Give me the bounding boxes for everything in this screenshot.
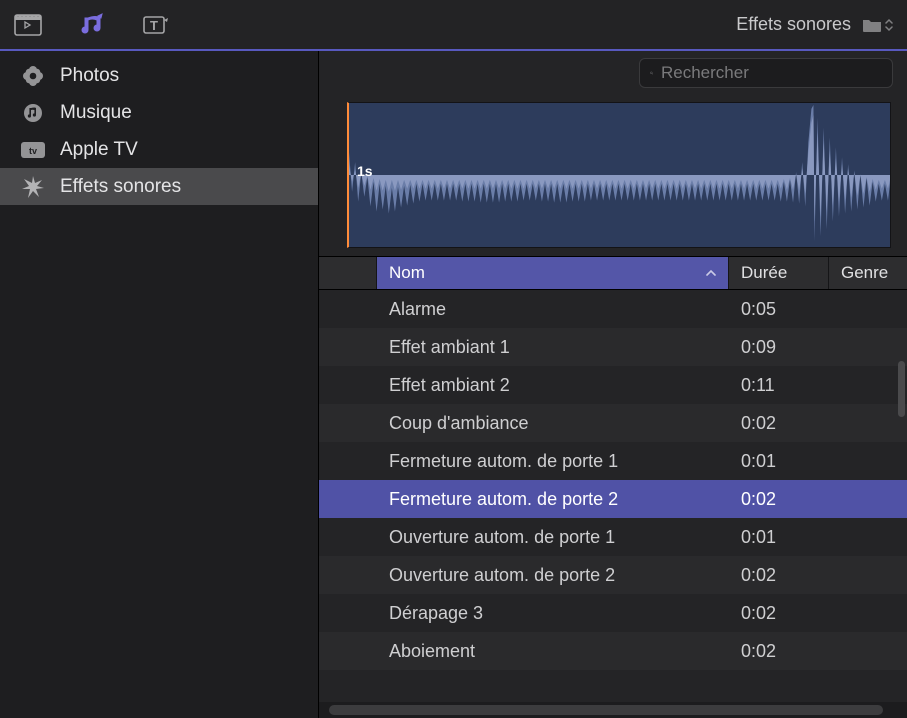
row-duration: 0:02 — [729, 641, 829, 662]
sidebar-item-music[interactable]: Musique — [0, 94, 318, 131]
column-name-label: Nom — [389, 263, 425, 283]
body: Photos Musique tv Apple TV Effets sonore… — [0, 51, 907, 718]
search-input[interactable] — [661, 63, 882, 83]
row-name: Ouverture autom. de porte 2 — [377, 565, 729, 586]
row-name: Fermeture autom. de porte 1 — [377, 451, 729, 472]
row-name: Alarme — [377, 299, 729, 320]
table-row[interactable]: Effet ambiant 10:09 — [319, 328, 907, 366]
table-row[interactable]: Ouverture autom. de porte 10:01 — [319, 518, 907, 556]
row-duration: 0:09 — [729, 337, 829, 358]
sidebar-item-label: Photos — [60, 65, 119, 87]
sidebar: Photos Musique tv Apple TV Effets sonore… — [0, 51, 319, 718]
table-row[interactable]: Fermeture autom. de porte 20:02 — [319, 480, 907, 518]
table-row[interactable]: Aboiement0:02 — [319, 632, 907, 670]
column-duration[interactable]: Durée — [729, 257, 829, 289]
row-name: Effet ambiant 1 — [377, 337, 729, 358]
appletv-icon: tv — [20, 139, 46, 161]
photos-icon — [20, 65, 46, 87]
row-name: Fermeture autom. de porte 2 — [377, 489, 729, 510]
table-row[interactable]: Ouverture autom. de porte 20:02 — [319, 556, 907, 594]
main-panel: 1s Nom Durée Genre Alarme0:05Effet ambia… — [319, 51, 907, 718]
toolbar-tabs: T — [14, 11, 170, 39]
sidebar-item-photos[interactable]: Photos — [0, 57, 318, 94]
audio-tab-icon[interactable] — [78, 11, 106, 39]
table-row[interactable]: Alarme0:05 — [319, 290, 907, 328]
svg-text:T: T — [150, 18, 158, 33]
sidebar-item-label: Apple TV — [60, 139, 138, 161]
titles-tab-icon[interactable]: T — [142, 11, 170, 39]
table-row[interactable]: Coup d'ambiance0:02 — [319, 404, 907, 442]
horizontal-scrollbar-thumb[interactable] — [329, 705, 883, 715]
row-name: Aboiement — [377, 641, 729, 662]
search-field[interactable] — [639, 58, 893, 88]
row-duration: 0:11 — [729, 375, 829, 396]
burst-icon — [20, 176, 46, 198]
table-rows[interactable]: Alarme0:05Effet ambiant 10:09Effet ambia… — [319, 290, 907, 702]
row-duration: 0:01 — [729, 527, 829, 548]
sidebar-item-sound-effects[interactable]: Effets sonores — [0, 168, 318, 205]
column-name[interactable]: Nom — [377, 257, 729, 289]
column-genre-label: Genre — [841, 263, 888, 283]
column-genre[interactable]: Genre — [829, 257, 907, 289]
row-duration: 0:02 — [729, 565, 829, 586]
library-picker-button[interactable] — [861, 16, 893, 34]
media-tab-icon[interactable] — [14, 11, 42, 39]
main-topbar — [319, 51, 907, 94]
sidebar-item-label: Musique — [60, 102, 132, 124]
table-header: Nom Durée Genre — [319, 256, 907, 290]
sidebar-item-appletv[interactable]: tv Apple TV — [0, 131, 318, 168]
column-duration-label: Durée — [741, 263, 787, 283]
waveform-container: 1s — [319, 94, 907, 256]
row-name: Dérapage 3 — [377, 603, 729, 624]
row-duration: 0:05 — [729, 299, 829, 320]
column-play[interactable] — [319, 257, 377, 289]
horizontal-scrollbar[interactable] — [319, 702, 907, 718]
chevron-updown-icon — [885, 18, 893, 32]
row-name: Effet ambiant 2 — [377, 375, 729, 396]
row-duration: 0:02 — [729, 489, 829, 510]
toolbar-right: Effets sonores — [736, 14, 893, 35]
sort-ascending-icon — [706, 266, 716, 280]
library-picker-title: Effets sonores — [736, 14, 851, 35]
toolbar: T Effets sonores — [0, 0, 907, 51]
waveform-graphic — [349, 103, 890, 247]
waveform-time-label: 1s — [357, 163, 373, 179]
row-duration: 0:02 — [729, 603, 829, 624]
row-duration: 0:01 — [729, 451, 829, 472]
row-duration: 0:02 — [729, 413, 829, 434]
table-row[interactable]: Effet ambiant 20:11 — [319, 366, 907, 404]
sidebar-item-label: Effets sonores — [60, 176, 181, 198]
vertical-scrollbar-thumb[interactable] — [898, 361, 905, 417]
row-name: Ouverture autom. de porte 1 — [377, 527, 729, 548]
folder-icon — [861, 16, 883, 34]
table-row[interactable]: Fermeture autom. de porte 10:01 — [319, 442, 907, 480]
waveform-preview[interactable]: 1s — [347, 102, 891, 248]
search-icon — [650, 65, 653, 81]
svg-text:tv: tv — [29, 146, 37, 156]
table-row[interactable]: Dérapage 30:02 — [319, 594, 907, 632]
music-icon — [20, 102, 46, 124]
row-name: Coup d'ambiance — [377, 413, 729, 434]
